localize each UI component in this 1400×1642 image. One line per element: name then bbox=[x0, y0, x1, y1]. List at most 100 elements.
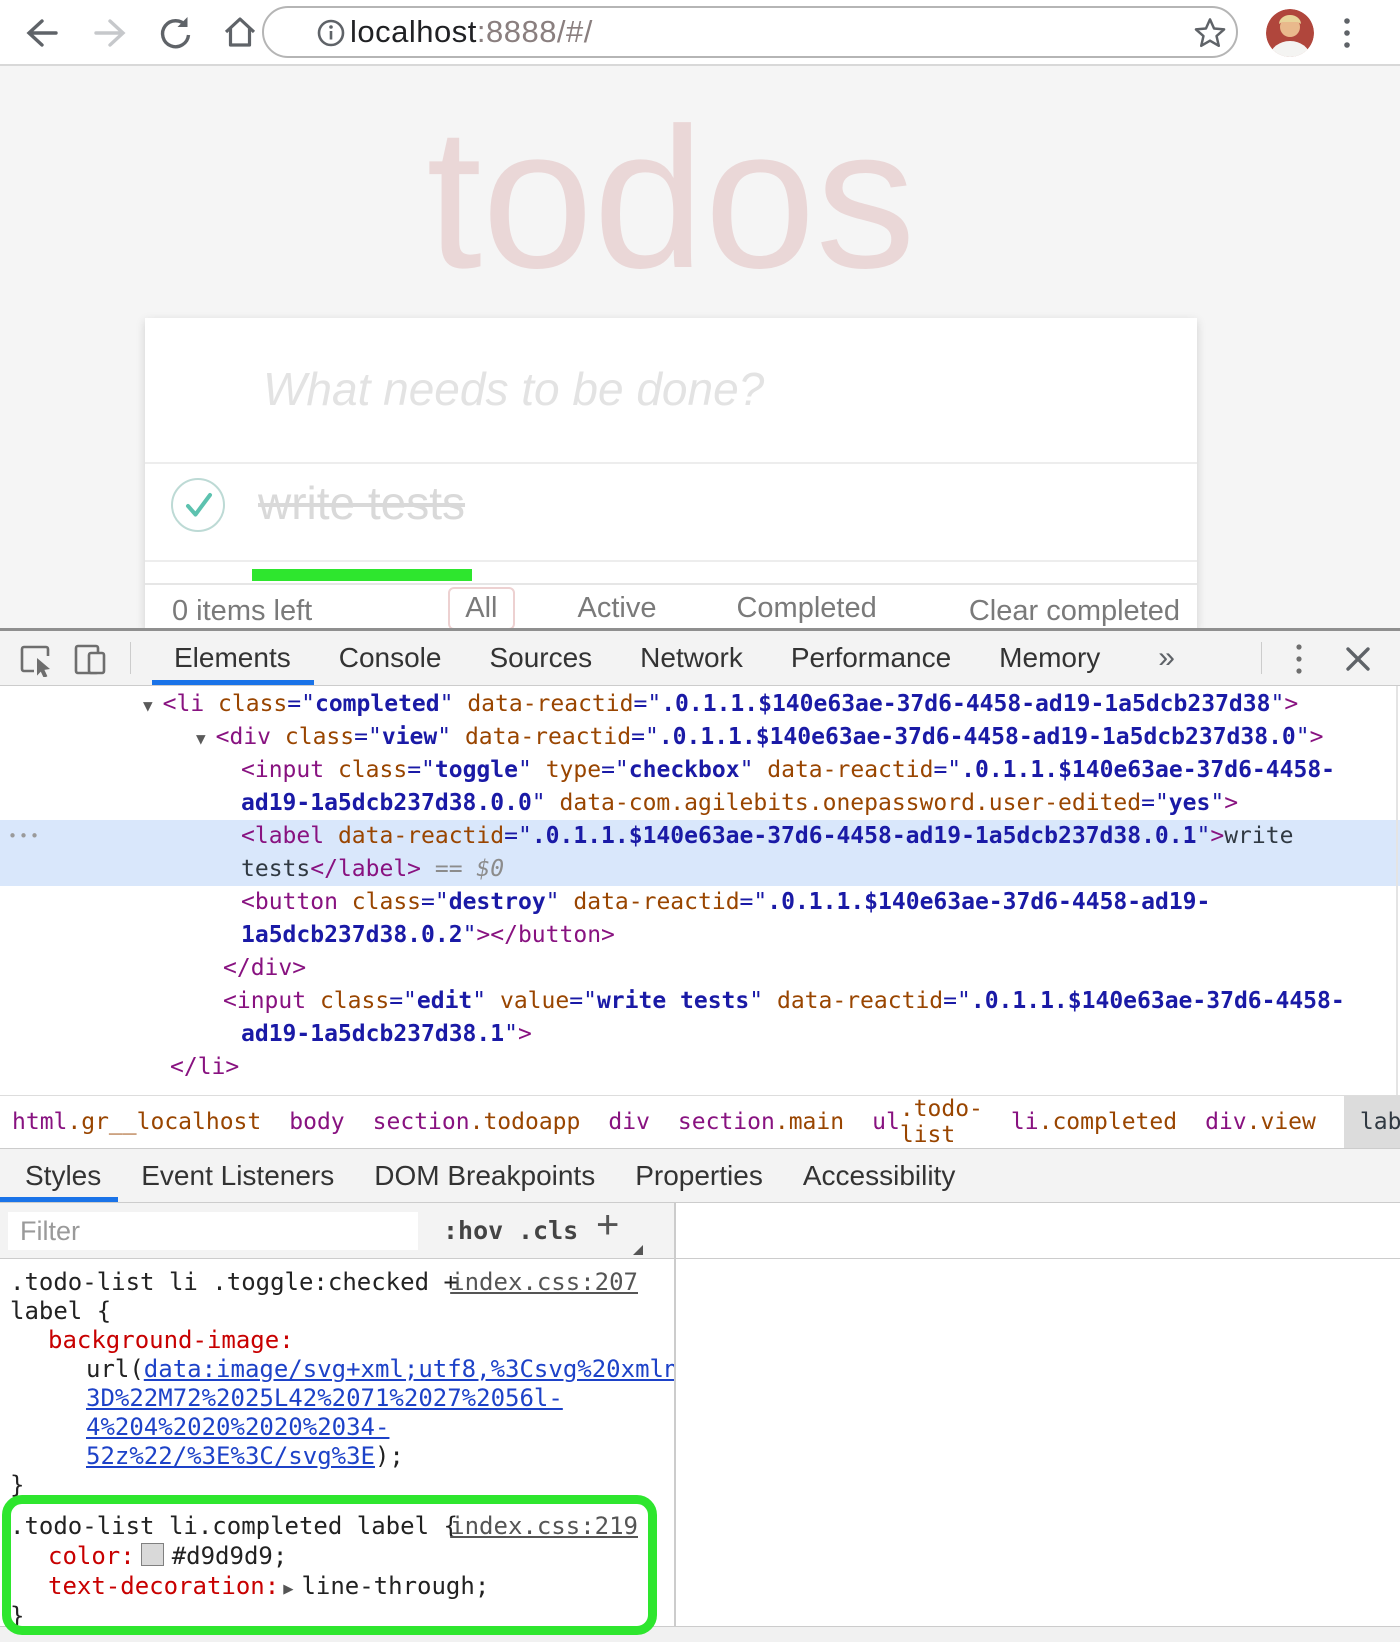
annotation-underline bbox=[252, 569, 472, 581]
devtools-tab-elements[interactable]: Elements bbox=[150, 642, 315, 674]
attr-name-token: class bbox=[352, 889, 421, 915]
new-todo-input[interactable]: What needs to be done? bbox=[145, 318, 1197, 464]
device-toolbar-icon[interactable] bbox=[72, 641, 108, 677]
attr-name-token: value bbox=[500, 988, 569, 1014]
home-icon[interactable] bbox=[220, 12, 260, 52]
styles-pane-divider[interactable] bbox=[674, 1203, 676, 1626]
quote-token: " bbox=[546, 889, 574, 915]
breadcrumb-item-label[interactable]: label bbox=[1344, 1096, 1400, 1148]
tag-token: > bbox=[1310, 724, 1324, 750]
bookmark-star-icon[interactable] bbox=[1192, 16, 1228, 52]
styles-tab-properties[interactable]: Properties bbox=[635, 1160, 763, 1192]
expand-arrow-icon: ▼ bbox=[196, 729, 206, 748]
breadcrumb-item-li.completed[interactable]: li.completed bbox=[1011, 1096, 1177, 1148]
todo-item[interactable]: write tests bbox=[145, 464, 1197, 562]
breadcrumb-item-section.todoapp[interactable]: section.todoapp bbox=[373, 1096, 581, 1148]
devtools-tab-network[interactable]: Network bbox=[616, 642, 767, 674]
elements-code-line[interactable]: <input class="edit" value="write tests" … bbox=[0, 985, 1400, 1018]
color-swatch[interactable] bbox=[141, 1543, 164, 1566]
breadcrumb-tag: section bbox=[678, 1109, 775, 1135]
elements-code-line[interactable]: <button class="destroy" data-reactid=".0… bbox=[0, 886, 1400, 919]
text-decoration-value[interactable]: line-through; bbox=[301, 1572, 489, 1600]
filter-all[interactable]: All bbox=[448, 587, 514, 628]
css-property-background-image[interactable]: background-image: bbox=[48, 1326, 294, 1354]
filter-completed[interactable]: Completed bbox=[719, 587, 893, 628]
toggle-element-classes-button[interactable]: .cls bbox=[518, 1212, 578, 1250]
attr-name-token: class bbox=[338, 757, 407, 783]
elements-code-line[interactable]: <input class="toggle" type="checkbox" da… bbox=[0, 754, 1400, 787]
todo-label[interactable]: write tests bbox=[258, 476, 465, 530]
todo-toggle-checkbox[interactable] bbox=[169, 476, 227, 534]
page-info-icon[interactable] bbox=[317, 19, 345, 47]
css-property-text-decoration[interactable]: text-decoration: bbox=[48, 1572, 279, 1600]
forward-icon[interactable] bbox=[90, 13, 130, 53]
breadcrumb-item-ul.todo-list[interactable]: ul.todo-list bbox=[872, 1096, 983, 1148]
devtools-tab-console[interactable]: Console bbox=[315, 642, 466, 674]
styles-tab-accessibility[interactable]: Accessibility bbox=[803, 1160, 955, 1192]
elements-code-line[interactable]: •••<label data-reactid=".0.1.1.$140e63ae… bbox=[0, 820, 1400, 853]
attr-name-token: class bbox=[218, 691, 287, 717]
rule1-selector-line2[interactable]: label { bbox=[0, 1297, 674, 1326]
attr-value-token: checkbox bbox=[629, 757, 740, 783]
close-devtools-icon[interactable] bbox=[1340, 641, 1376, 677]
styles-filter-input[interactable]: Filter bbox=[8, 1212, 418, 1250]
rule1-source-link[interactable]: index.css:207 bbox=[450, 1268, 638, 1297]
data-uri-link-2[interactable]: 3D%22M72%2025L42%2071%2027%2056l- bbox=[86, 1384, 563, 1412]
browser-menu-icon[interactable] bbox=[1340, 13, 1354, 53]
breadcrumb-item-div.view[interactable]: div.view bbox=[1205, 1096, 1316, 1148]
breadcrumb-item-div[interactable]: div bbox=[608, 1096, 650, 1148]
attr-name-token: data-reactid bbox=[338, 823, 504, 849]
breadcrumb-class: .gr__localhost bbox=[67, 1109, 261, 1135]
breadcrumb-tag: body bbox=[289, 1109, 344, 1135]
back-icon[interactable] bbox=[22, 13, 62, 53]
styles-tab-event-listeners[interactable]: Event Listeners bbox=[141, 1160, 334, 1192]
elements-code-line[interactable]: </div> bbox=[0, 952, 1400, 985]
expand-value-icon[interactable]: ▶ bbox=[283, 1574, 293, 1601]
breadcrumb-item-body[interactable]: body bbox=[289, 1096, 344, 1148]
quote-token: =" bbox=[407, 757, 435, 783]
inspect-element-icon[interactable] bbox=[18, 641, 54, 677]
reload-icon[interactable] bbox=[156, 14, 194, 52]
elements-code-line[interactable]: tests</label> == $0 bbox=[0, 853, 1400, 886]
new-todo-placeholder: What needs to be done? bbox=[263, 362, 764, 416]
quote-token: " bbox=[440, 691, 468, 717]
quote-token: =" bbox=[933, 757, 961, 783]
devtools-tab-performance[interactable]: Performance bbox=[767, 642, 975, 674]
data-uri-link-4[interactable]: 52z%22/%3E%3C/svg%3E bbox=[86, 1442, 375, 1470]
rule2-source-link[interactable]: index.css:219 bbox=[450, 1511, 638, 1541]
color-value[interactable]: #d9d9d9; bbox=[172, 1542, 288, 1570]
more-tabs-icon[interactable]: » bbox=[1158, 641, 1175, 675]
devtools-tab-memory[interactable]: Memory bbox=[975, 642, 1124, 674]
styles-tab-dom-breakpoints[interactable]: DOM Breakpoints bbox=[374, 1160, 595, 1192]
filter-active[interactable]: Active bbox=[561, 587, 674, 628]
devtools-tab-sources[interactable]: Sources bbox=[465, 642, 616, 674]
breadcrumb-item-html.gr__localhost[interactable]: html.gr__localhost bbox=[12, 1096, 261, 1148]
devtools-menu-icon[interactable] bbox=[1292, 639, 1306, 679]
quote-token: =" bbox=[287, 691, 315, 717]
toggle-pseudo-classes-button[interactable]: :hov bbox=[443, 1212, 503, 1250]
toolbar-divider bbox=[130, 642, 131, 674]
elements-code-line[interactable]: 1a5dcb237d38.0.2"></button> bbox=[0, 919, 1400, 952]
css-property-color[interactable]: color: bbox=[48, 1542, 135, 1570]
breadcrumb-class: .completed bbox=[1039, 1109, 1177, 1135]
breadcrumb-item-section.main[interactable]: section.main bbox=[678, 1096, 844, 1148]
elements-code-line[interactable]: ▼<div class="view" data-reactid=".0.1.1.… bbox=[0, 721, 1400, 754]
elements-code-line[interactable]: ad19-1a5dcb237d38.1"> bbox=[0, 1018, 1400, 1051]
elements-code-line[interactable]: ▼<li class="completed" data-reactid=".0.… bbox=[0, 688, 1400, 721]
rule2-selector[interactable]: .todo-list li.completed label { bbox=[10, 1512, 458, 1540]
line-options-icon[interactable]: ••• bbox=[8, 820, 41, 853]
elements-code-line[interactable]: ad19-1a5dcb237d38.0.0" data-com.agilebit… bbox=[0, 787, 1400, 820]
styles-tab-styles[interactable]: Styles bbox=[25, 1160, 101, 1192]
data-uri-link-3[interactable]: 4%204%2020%2020%2034- bbox=[86, 1413, 389, 1441]
rule1-selector-line1[interactable]: .todo-list li .toggle:checked + bbox=[10, 1268, 458, 1296]
elements-code-line[interactable]: </li> bbox=[0, 1051, 1400, 1084]
data-uri-link[interactable]: data:image/svg+xml;utf8,%3Csvg%20xmln bbox=[144, 1355, 674, 1383]
elements-tree: ▼<li class="completed" data-reactid=".0.… bbox=[0, 686, 1400, 1095]
elements-scrollbar[interactable] bbox=[1396, 686, 1398, 1095]
clear-completed-button[interactable]: Clear completed bbox=[969, 595, 1180, 628]
new-style-rule-button[interactable]: + bbox=[596, 1203, 619, 1248]
attr-name-token: data-com.agilebits.onepassword.user-edit… bbox=[560, 790, 1142, 816]
attr-value-token: view bbox=[382, 724, 437, 750]
avatar[interactable] bbox=[1266, 9, 1314, 57]
url-text[interactable]: localhost:8888/#/ bbox=[350, 14, 593, 50]
